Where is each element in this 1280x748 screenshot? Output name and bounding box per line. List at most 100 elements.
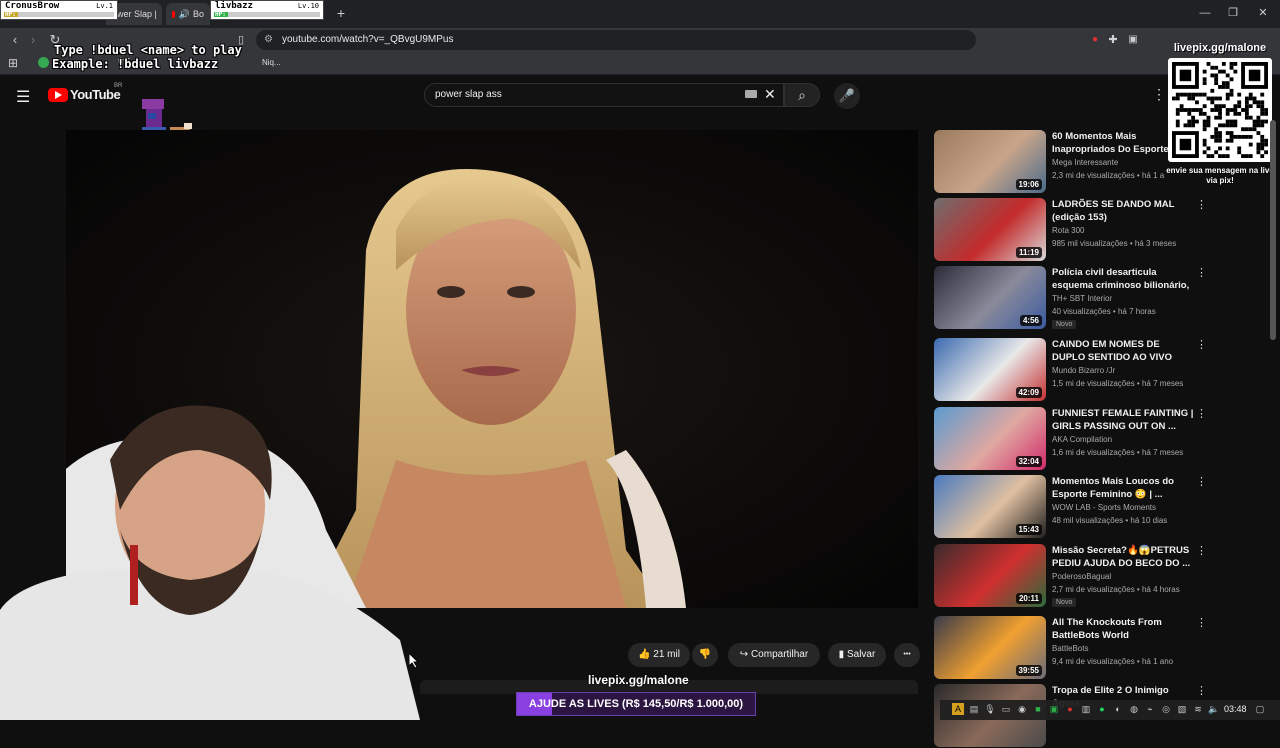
video-thumbnail[interactable]: 4:56 (934, 266, 1046, 329)
notifications-tray-icon[interactable]: ▢ (1254, 703, 1266, 715)
recommendation-item[interactable]: 19:06 60 Momentos Mais Inapropriados Do E… (934, 130, 1207, 194)
site-settings-icon[interactable]: ⚙ (264, 30, 273, 50)
discord-tray-icon[interactable]: ◉ (1016, 703, 1028, 715)
voice-search-button[interactable]: 🎤 (834, 83, 860, 109)
video-duration: 42:09 (1015, 387, 1042, 398)
bookmark-item[interactable]: Niq... (262, 58, 281, 67)
video-thumbnail[interactable]: 32:04 (934, 407, 1046, 470)
donation-goal-bar: AJUDE AS LIVES (R$ 145,50/R$ 1.000,00) (516, 692, 756, 716)
apps-grid-icon[interactable]: ⊞ (4, 53, 22, 73)
video-thumbnail[interactable]: 39:55 (934, 616, 1046, 679)
browser-tab-active[interactable]: 🔊 Bo (166, 3, 210, 25)
qr-site: livepix.gg/malone (1173, 42, 1267, 54)
more-options-icon[interactable]: ⋮ (1196, 475, 1207, 488)
minimize-button[interactable]: — (1192, 4, 1218, 22)
app-icon[interactable]: ▣ (1048, 703, 1060, 715)
address-bar[interactable]: ⚙ youtube.com/watch?v=_QBvgU9MPus (256, 30, 976, 50)
forward-arrow-icon[interactable]: › (24, 30, 42, 50)
recommendation-item[interactable]: 32:04 FUNNIEST FEMALE FAINTING | GIRLS PA… (934, 407, 1207, 471)
record-tray-icon[interactable]: ● (1064, 703, 1076, 715)
display-tray-icon[interactable]: ▭ (1000, 703, 1012, 715)
more-actions-button[interactable]: ••• (894, 643, 920, 667)
video-title[interactable]: Momentos Mais Loucos do Esporte Feminino… (1052, 475, 1194, 501)
recommendation-item[interactable]: 20:11 Missão Secreta?🔥😱PETRUS PEDIU AJUDA… (934, 544, 1207, 608)
more-options-icon[interactable]: ⋮ (1196, 338, 1207, 351)
video-title[interactable]: Missão Secreta?🔥😱PETRUS PEDIU AJUDA DO B… (1052, 544, 1194, 570)
app-icon[interactable]: ◐ (1112, 703, 1124, 715)
steam-tray-icon[interactable]: ◎ (1160, 703, 1172, 715)
channel-name[interactable]: TH+ SBT Interior (1052, 294, 1194, 303)
more-options-icon[interactable]: ⋮ (1196, 544, 1207, 557)
close-window-button[interactable]: ✕ (1250, 4, 1276, 22)
streamer-webcam (0, 400, 420, 720)
app-icon[interactable]: ▤ (968, 703, 980, 715)
recommendation-item[interactable]: 39:55 All The Knockouts From BattleBots W… (934, 616, 1207, 680)
clear-search-icon[interactable]: ✕ (764, 86, 776, 103)
back-arrow-icon[interactable]: ‹ (6, 30, 24, 50)
like-button[interactable]: 👍 21 mil (628, 643, 690, 667)
video-thumbnail[interactable]: 15:43 (934, 475, 1046, 538)
video-title[interactable]: Polícia civil desarticula esquema crimin… (1052, 266, 1194, 292)
video-duration: 32:04 (1015, 456, 1042, 467)
video-duration: 19:06 (1015, 179, 1042, 190)
more-options-icon[interactable]: ⋮ (1196, 407, 1207, 420)
google-bookmark-icon[interactable] (38, 57, 49, 68)
video-title[interactable]: LADRÕES SE DANDO MAL (edição 153) (1052, 198, 1194, 224)
search-icon: ⌕ (798, 87, 806, 103)
recommendation-item[interactable]: 42:09 CAINDO EM NOMES DE DUPLO SENTIDO AO… (934, 338, 1207, 402)
video-duration: 15:43 (1015, 524, 1042, 535)
recommendation-item[interactable]: 15:43 Momentos Mais Loucos do Esporte Fem… (934, 475, 1207, 539)
channel-name[interactable]: AKA Compilation (1052, 435, 1194, 444)
video-thumbnail[interactable]: 19:06 (934, 130, 1046, 193)
more-options-icon[interactable]: ⋮ (1196, 684, 1207, 697)
save-bookmark-icon: ▮ (838, 649, 845, 660)
video-meta: 1,5 mi de visualizações • há 7 meses (1052, 379, 1184, 388)
search-input[interactable]: power slap ass ✕ (424, 83, 784, 107)
video-thumbnail[interactable]: 11:19 (934, 198, 1046, 261)
channel-name[interactable]: Rota 300 (1052, 226, 1194, 235)
channel-name[interactable]: PoderosoBagual (1052, 572, 1194, 581)
sidebar-toggle-icon[interactable]: ▣ (1124, 30, 1142, 50)
page-scrollbar[interactable] (1270, 120, 1276, 340)
tab-label: ower Slap | (112, 9, 157, 19)
dislike-button[interactable]: 👎 (692, 643, 718, 667)
more-options-icon[interactable]: ⋮ (1196, 616, 1207, 629)
app-icon[interactable]: ◍ (1128, 703, 1140, 715)
network-tray-icon[interactable]: ⌁ (1144, 703, 1156, 715)
tab-label: Bo (192, 9, 204, 19)
player-level: Lv.1 (96, 2, 113, 10)
video-title[interactable]: All The Knockouts From BattleBots World … (1052, 616, 1194, 642)
app-icon[interactable]: ■ (1032, 703, 1044, 715)
search-button[interactable]: ⌕ (784, 83, 820, 107)
microphone-tray-icon[interactable]: 🎙 (984, 703, 996, 715)
video-title[interactable]: CAINDO EM NOMES DE DUPLO SENTIDO AO VIVO (1052, 338, 1194, 364)
maximize-button[interactable]: ❐ (1220, 4, 1246, 22)
wifi-tray-icon[interactable]: ≋ (1192, 703, 1204, 715)
more-options-icon[interactable]: ⋮ (1196, 198, 1207, 211)
share-button[interactable]: ↪ Compartilhar (728, 643, 820, 667)
channel-name[interactable]: WOW LAB - Sports Moments (1052, 503, 1194, 512)
extension-record-icon[interactable]: ● (1086, 30, 1104, 50)
new-badge: Novo (1052, 320, 1077, 329)
youtube-favicon-icon (172, 10, 175, 18)
video-title[interactable]: FUNNIEST FEMALE FAINTING | GIRLS PASSING… (1052, 407, 1194, 433)
spotify-tray-icon[interactable]: ● (1096, 703, 1108, 715)
app-icon[interactable]: A (952, 703, 964, 715)
video-thumbnail[interactable]: 42:09 (934, 338, 1046, 401)
menu-hamburger-icon[interactable]: ☰ (16, 87, 30, 107)
recommendation-item[interactable]: 4:56 Polícia civil desarticula esquema cr… (934, 266, 1207, 330)
save-label: Salvar (846, 649, 876, 660)
new-tab-button[interactable]: + (334, 4, 348, 22)
video-thumbnail[interactable]: 20:11 (934, 544, 1046, 607)
save-button[interactable]: ▮ Salvar (828, 643, 886, 667)
more-options-icon[interactable]: ⋮ (1196, 266, 1207, 279)
video-meta: 985 mil visualizações • há 3 meses (1052, 239, 1177, 248)
keyboard-icon[interactable] (745, 90, 757, 98)
app-icon[interactable]: ▥ (1080, 703, 1092, 715)
recommendation-item[interactable]: 11:19 LADRÕES SE DANDO MAL (edição 153) Ro… (934, 198, 1207, 262)
app-icon[interactable]: ▧ (1176, 703, 1188, 715)
channel-name[interactable]: BattleBots (1052, 644, 1194, 653)
volume-tray-icon[interactable]: 🔈 (1208, 703, 1220, 715)
extensions-puzzle-icon[interactable]: ✚ (1104, 30, 1122, 50)
channel-name[interactable]: Mundo Bizarro /Jr (1052, 366, 1194, 375)
